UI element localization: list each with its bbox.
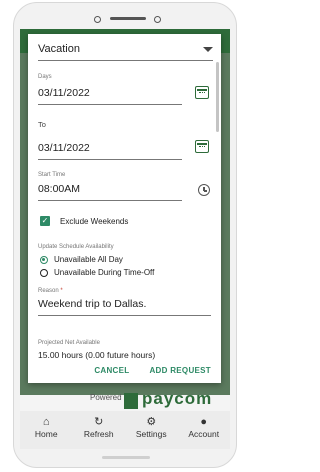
nav-label-home: Home: [34, 429, 58, 439]
start-time-label: Start Time: [38, 172, 66, 178]
radio-unavailable-all-day[interactable]: [40, 256, 48, 264]
nav-item-home[interactable]: ⌂ Home: [24, 416, 69, 439]
cancel-button[interactable]: CANCEL: [94, 366, 129, 375]
availability-label: Update Schedule Availability: [38, 244, 114, 250]
to-date-field[interactable]: 03/11/2022: [38, 142, 90, 154]
phone-top-bezel: [14, 12, 236, 24]
dialog-scrollbar[interactable]: [216, 62, 219, 132]
sensor-icon: [154, 16, 161, 23]
calendar-picker-icon[interactable]: [195, 140, 209, 153]
dialog-actions: CANCEL ADD REQUEST: [94, 366, 211, 375]
days-field[interactable]: 03/11/2022: [38, 87, 90, 99]
exclude-weekends-label: Exclude Weekends: [60, 217, 129, 226]
refresh-icon: ↻: [94, 416, 104, 428]
projected-net-value: 15.00 hours (0.00 future hours): [38, 350, 156, 360]
powered-by-strip: Powered by paycom: [20, 389, 230, 411]
exclude-weekends-checkbox[interactable]: ✓: [40, 216, 50, 226]
camera-icon: [94, 16, 101, 23]
account-icon: ●: [200, 416, 208, 428]
phone-frame: Powered by paycom Vacation Days 03/11/20…: [13, 2, 237, 468]
paycom-logo-text: paycom: [142, 389, 213, 408]
add-request-button[interactable]: ADD REQUEST: [149, 366, 211, 375]
nav-item-account[interactable]: ● Account: [181, 416, 226, 439]
radio-label-during-time-off: Unavailable During Time-Off: [54, 268, 155, 277]
calendar-picker-icon[interactable]: [195, 86, 209, 99]
speaker-grille: [110, 17, 146, 20]
nav-item-settings[interactable]: ⚙ Settings: [129, 416, 174, 439]
paycom-logo-mark: [124, 393, 138, 409]
projected-net-label: Projected Net Available: [38, 340, 100, 346]
time-off-type-select[interactable]: Vacation: [38, 38, 213, 61]
home-icon: ⌂: [42, 416, 50, 428]
nav-label-refresh: Refresh: [83, 429, 114, 439]
radio-unavailable-during-time-off[interactable]: [40, 269, 48, 277]
clock-icon[interactable]: [198, 184, 210, 196]
required-asterisk: *: [60, 288, 63, 294]
start-time-field[interactable]: 08:00AM: [38, 183, 80, 195]
time-off-type-value: Vacation: [38, 43, 80, 55]
nav-item-refresh[interactable]: ↻ Refresh: [76, 416, 121, 439]
chevron-down-icon: [203, 47, 213, 52]
reason-underline: [38, 315, 211, 316]
reason-label: Reason *: [38, 288, 63, 294]
to-label: To: [38, 120, 46, 129]
start-time-underline: [38, 200, 182, 201]
time-off-request-dialog: Vacation Days 03/11/2022 To 03/11/2022 S…: [28, 34, 221, 383]
home-gesture-bar: [102, 456, 150, 459]
reason-field[interactable]: Weekend trip to Dallas.: [38, 298, 146, 310]
nav-label-settings: Settings: [135, 429, 167, 439]
days-underline: [38, 104, 182, 105]
radio-label-all-day: Unavailable All Day: [54, 255, 123, 264]
gear-icon: ⚙: [146, 416, 157, 428]
nav-label-account: Account: [188, 429, 220, 439]
bottom-navigation: ⌂ Home ↻ Refresh ⚙ Settings ● Account: [20, 411, 230, 449]
app-screen: Powered by paycom Vacation Days 03/11/20…: [20, 29, 230, 449]
to-date-underline: [38, 159, 182, 160]
days-label: Days: [38, 74, 52, 80]
